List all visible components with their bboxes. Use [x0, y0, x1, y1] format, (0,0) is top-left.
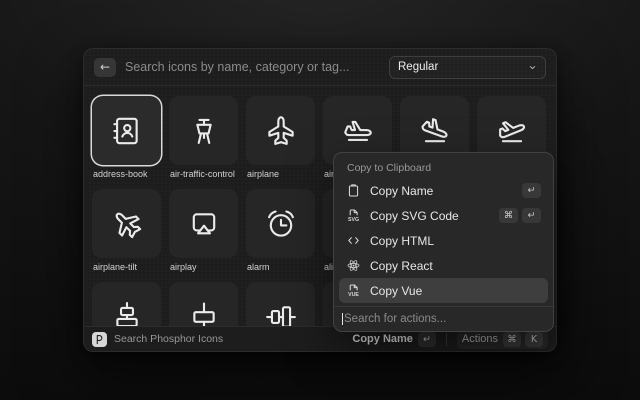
keycap: ↵	[522, 208, 541, 223]
file-svg-icon: SVG	[346, 208, 361, 223]
icon-label: alarm	[246, 262, 315, 272]
grid-cell: airplane-tilt	[92, 189, 161, 274]
menu-item-copy-vue[interactable]: VUE Copy Vue	[339, 278, 548, 303]
keycap: ↵	[522, 183, 541, 198]
icon-label: address-book	[92, 169, 161, 179]
actions-label: Actions	[462, 333, 498, 345]
menu-item-copy-name[interactable]: Copy Name ↵	[339, 178, 548, 203]
menu-item-copy-react[interactable]: Copy React	[339, 253, 548, 278]
clipboard-icon	[346, 183, 361, 198]
menu-item-label: Copy SVG Code	[370, 209, 459, 223]
grid-cell: address-book	[92, 96, 161, 181]
chevron-down-icon	[528, 63, 537, 72]
app-title: Search Phosphor Icons	[114, 333, 223, 345]
airplane-icon	[264, 114, 298, 148]
actions-search-input[interactable]: Search for actions...	[334, 306, 553, 331]
code-icon	[346, 233, 361, 248]
grid-cell	[169, 282, 238, 326]
footer-divider	[446, 333, 447, 346]
address-book-icon	[110, 114, 144, 148]
airplane-tilt-icon	[110, 207, 144, 241]
arrow-left-icon: ←	[100, 61, 110, 73]
icon-tile-airplay[interactable]	[169, 189, 238, 258]
alarm-icon	[264, 207, 298, 241]
menu-item-shortcut: ↵	[522, 183, 541, 198]
menu-item-list: Copy Name↵SVGCopy SVG Code⌘↵Copy HTMLCop…	[339, 178, 548, 303]
grid-cell: alarm	[246, 189, 315, 274]
icon-tile-address-book[interactable]	[92, 96, 161, 165]
icon-label: airplane-tilt	[92, 262, 161, 272]
icon-tile-airplane-tilt[interactable]	[92, 189, 161, 258]
icon-tile-align-center-horizontal-simple[interactable]	[169, 282, 238, 326]
airplane-in-flight-icon	[341, 114, 375, 148]
icon-search-input[interactable]	[125, 60, 380, 74]
icon-label: air-traffic-control	[169, 169, 238, 179]
actions-search-placeholder: Search for actions...	[344, 313, 446, 325]
icon-tile-align-center-horizontal[interactable]	[92, 282, 161, 326]
icon-tile-alarm[interactable]	[246, 189, 315, 258]
icon-tile-airplane[interactable]	[246, 96, 315, 165]
grid-cell	[92, 282, 161, 326]
menu-item-copy-html[interactable]: Copy HTML	[339, 228, 548, 253]
phosphor-logo-icon	[92, 332, 107, 347]
menu-item-label: Copy Name	[370, 184, 433, 198]
icon-tile-air-traffic-control[interactable]	[169, 96, 238, 165]
desktop-background: ← Regular address-book air-traffic-contro…	[0, 0, 640, 400]
svg-text:VUE: VUE	[348, 292, 359, 298]
file-vue-icon: VUE	[346, 283, 361, 298]
actions-menu: Copy to Clipboard Copy Name ↵ SVG Copy SVG …	[333, 152, 554, 332]
align-center-horizontal-simple-icon	[187, 300, 221, 327]
keycap: ⌘	[499, 208, 518, 223]
menu-item-label: Copy Vue	[370, 284, 422, 298]
primary-action-button[interactable]: Copy Name ↵	[352, 332, 436, 347]
keycap: ⌘	[503, 332, 521, 347]
icon-tile-align-center-vertical[interactable]	[246, 282, 315, 326]
menu-section-title: Copy to Clipboard	[339, 157, 548, 178]
primary-action-label: Copy Name	[352, 333, 413, 345]
airplay-icon	[187, 207, 221, 241]
weight-dropdown[interactable]: Regular	[389, 56, 546, 79]
airplane-takeoff-icon	[495, 114, 529, 148]
back-button[interactable]: ←	[94, 58, 116, 77]
grid-cell: airplay	[169, 189, 238, 274]
text-caret	[342, 313, 343, 325]
actions-button[interactable]: Actions ⌘ K	[457, 330, 548, 349]
weight-dropdown-value: Regular	[398, 61, 438, 73]
svg-text:SVG: SVG	[348, 217, 359, 223]
align-center-vertical-icon	[264, 300, 298, 327]
icon-label: airplay	[169, 262, 238, 272]
keycap: K	[525, 332, 543, 347]
grid-cell: airplane	[246, 96, 315, 181]
menu-item-label: Copy HTML	[370, 234, 434, 248]
icon-label: airplane	[246, 169, 315, 179]
menu-item-copy-svg-code[interactable]: SVGCopy SVG Code⌘↵	[339, 203, 548, 228]
air-traffic-control-icon	[187, 114, 221, 148]
keycap: ↵	[418, 332, 436, 347]
airplane-landing-icon	[418, 114, 452, 148]
react-icon	[346, 258, 361, 273]
grid-cell: air-traffic-control	[169, 96, 238, 181]
align-center-horizontal-icon	[110, 300, 144, 327]
menu-item-label: Copy React	[370, 259, 433, 273]
grid-cell	[246, 282, 315, 326]
search-header: ← Regular	[84, 49, 556, 86]
menu-item-shortcut: ⌘↵	[499, 208, 541, 223]
